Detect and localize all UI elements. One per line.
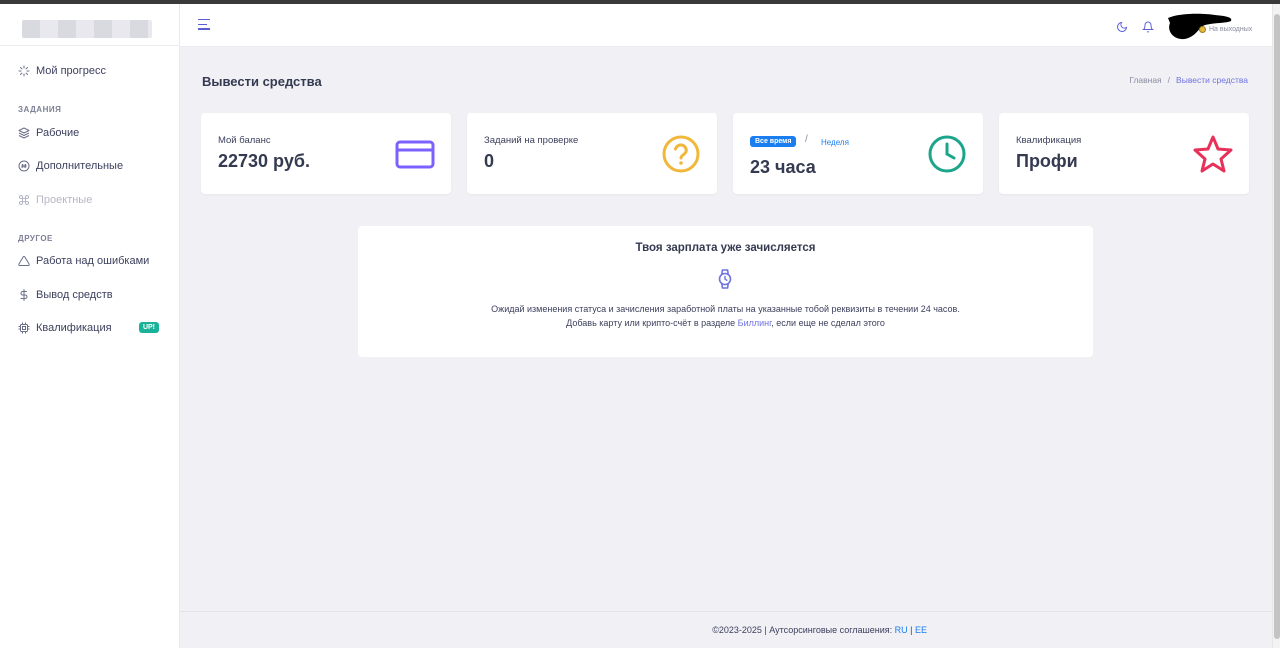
footer-copyright: ©2023-2025 | Аутсорсинговые соглашения: — [712, 625, 895, 635]
sidebar-item-label: Работа над ошибками — [36, 255, 150, 267]
command-icon — [18, 194, 30, 206]
notice-line-2: Добавь карту или крипто-счёт в разделе Б… — [358, 318, 1093, 328]
sidebar-item-work[interactable]: Рабочие — [18, 123, 163, 143]
page-title: Вывести средства — [202, 74, 322, 89]
sidebar-item-label: Рабочие — [36, 127, 80, 139]
notice-line-1: Ожидай изменения статуса и зачисления за… — [491, 304, 960, 314]
scrollbar-thumb[interactable] — [1274, 14, 1280, 639]
sidebar-item-additional[interactable]: Дополнительные — [18, 156, 163, 176]
sidebar-item-error-work[interactable]: Работа над ошибками — [18, 251, 163, 271]
sidebar-item-withdraw[interactable]: Вывод средств — [18, 285, 163, 305]
salary-notice: Твоя зарплата уже зачисляется Ожидай изм… — [358, 226, 1093, 357]
notice-line-2-end: , если еще не сделал этого — [771, 318, 885, 328]
notice-title: Твоя зарплата уже зачисляется — [635, 242, 816, 254]
qualification-card: Квалификация Профи — [999, 113, 1249, 194]
tab-separator: / — [805, 134, 808, 145]
breadcrumb: Главная / Вывести средства — [1129, 75, 1248, 85]
question-circle-icon — [662, 135, 700, 173]
warning-icon — [18, 255, 30, 267]
bell-icon[interactable] — [1141, 20, 1155, 33]
user-status[interactable]: На выходных — [1199, 26, 1252, 33]
sidebar-section-other: ДРУГОЕ — [18, 234, 53, 243]
status-dot-icon — [1199, 26, 1206, 33]
review-card: Заданий на проверке 0 — [467, 113, 717, 194]
footer-separator: | — [907, 625, 915, 635]
up-badge: UP! — [138, 322, 159, 333]
star-icon — [1193, 135, 1233, 173]
breadcrumb-separator: / — [1167, 75, 1171, 85]
main-content: Вывести средства Главная / Вывести средс… — [180, 47, 1272, 611]
sidebar-item-my-progress[interactable]: Мой прогресс — [18, 61, 163, 81]
logo[interactable] — [22, 20, 152, 38]
review-value: 0 — [484, 151, 495, 171]
moon-icon[interactable] — [1116, 20, 1128, 32]
balance-value: 22730 руб. — [218, 151, 310, 171]
clock-icon — [928, 135, 966, 173]
agreement-ee-link[interactable]: EE — [915, 625, 927, 635]
time-value: 23 часа — [750, 157, 816, 177]
week-tab[interactable]: Неделя — [821, 138, 849, 147]
status-label: На выходных — [1209, 26, 1253, 33]
watch-icon — [718, 269, 732, 289]
billing-link[interactable]: Биллинг — [738, 318, 772, 328]
sidebar: Мой прогресс ЗАДАНИЯ Рабочие Дополнитель… — [0, 4, 180, 648]
page-scrollbar[interactable] — [1272, 4, 1280, 648]
sidebar-item-qualification[interactable]: Квалификация UP! — [18, 318, 163, 338]
credit-card-icon — [395, 140, 435, 169]
all-time-tab[interactable]: Все время — [750, 136, 797, 147]
breadcrumb-current: Вывести средства — [1176, 75, 1248, 85]
sidebar-item-label: Вывод средств — [36, 289, 113, 301]
loader-icon — [18, 65, 30, 77]
sidebar-item-label: Дополнительные — [36, 160, 124, 172]
time-card: Все время / Неделя 23 часа — [733, 113, 983, 194]
footer-text: ©2023-2025 | Аутсорсинговые соглашения: … — [180, 625, 927, 635]
sidebar-section-tasks: ЗАДАНИЯ — [18, 105, 62, 114]
layers-icon — [18, 127, 30, 139]
hash-icon — [18, 160, 30, 172]
qualification-label: Квалификация — [1016, 135, 1082, 146]
balance-card: Мой баланс 22730 руб. — [201, 113, 451, 194]
notice-line-2-start: Добавь карту или крипто-счёт в разделе — [566, 318, 738, 328]
dollar-icon — [18, 289, 30, 301]
balance-label: Мой баланс — [218, 135, 271, 146]
qualification-value: Профи — [1016, 151, 1078, 171]
footer: ©2023-2025 | Аутсорсинговые соглашения: … — [180, 611, 1272, 648]
sidebar-divider — [0, 45, 180, 46]
breadcrumb-home[interactable]: Главная — [1129, 75, 1161, 85]
menu-toggle-icon[interactable] — [198, 19, 210, 30]
chip-icon — [18, 322, 30, 334]
sidebar-item-label: Квалификация — [36, 322, 112, 334]
agreement-ru-link[interactable]: RU — [895, 625, 908, 635]
top-header: На выходных — [180, 4, 1272, 47]
sidebar-item-projects: Проектные — [18, 190, 163, 210]
review-label: Заданий на проверке — [484, 135, 579, 146]
sidebar-item-label: Проектные — [36, 194, 93, 206]
sidebar-item-label: Мой прогресс — [36, 65, 107, 77]
